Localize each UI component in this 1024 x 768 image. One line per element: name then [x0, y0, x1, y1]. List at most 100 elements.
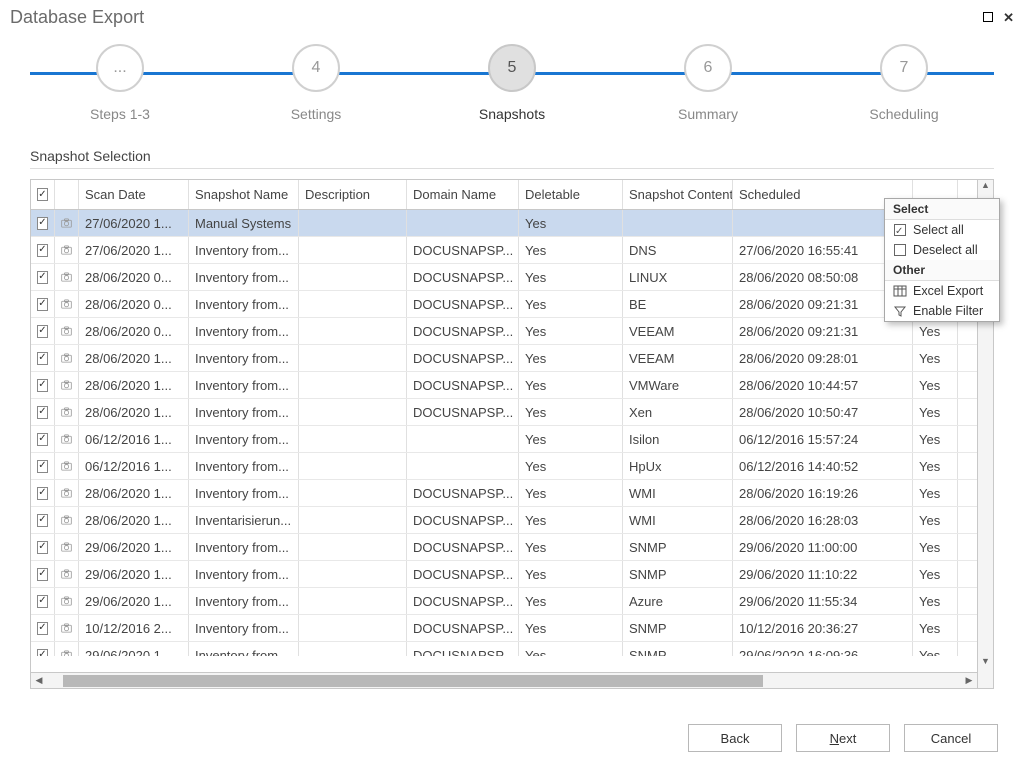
cell-scheduled: 10/12/2016 20:36:27 [733, 615, 913, 641]
scroll-down-button[interactable]: ▼ [978, 656, 993, 672]
cell-snapshot-content: VEEAM [623, 318, 733, 344]
row-checkbox[interactable] [31, 345, 55, 371]
snapshot-type-icon [55, 345, 79, 371]
cell-deletable: Yes [519, 453, 623, 479]
row-checkbox[interactable] [31, 264, 55, 290]
step-label: Scheduling [869, 106, 938, 122]
next-button[interactable]: Next [796, 724, 890, 752]
header-snapshot-content[interactable]: Snapshot Content [623, 180, 733, 209]
horizontal-scrollbar[interactable]: ◀ ▶ [31, 672, 977, 688]
row-checkbox[interactable] [31, 291, 55, 317]
header-deletable[interactable]: Deletable [519, 180, 623, 209]
cell-deletable: Yes [519, 480, 623, 506]
wizard-step-3[interactable]: 5Snapshots [482, 44, 542, 122]
wizard-step-4[interactable]: 6Summary [678, 44, 738, 122]
snapshot-type-icon [55, 318, 79, 344]
table-row[interactable]: 28/06/2020 1...Inventory from...DOCUSNAP… [31, 372, 993, 399]
cell-domain-name: DOCUSNAPSP... [407, 561, 519, 587]
cell-description [299, 507, 407, 533]
row-checkbox[interactable] [31, 453, 55, 479]
checkbox-icon [37, 244, 48, 257]
menu-enable-filter[interactable]: Enable Filter [885, 301, 999, 321]
cell-snapshot-name: Inventory from... [189, 561, 299, 587]
cell-scheduled: 29/06/2020 11:55:34 [733, 588, 913, 614]
section-title: Snapshot Selection [30, 148, 994, 164]
table-row[interactable]: 06/12/2016 1...Inventory from...YesIsilo… [31, 426, 993, 453]
row-checkbox[interactable] [31, 318, 55, 344]
snapshot-type-icon [55, 561, 79, 587]
cell-deletable: Yes [519, 426, 623, 452]
checkbox-icon [37, 514, 48, 527]
cell-scan-date: 27/06/2020 1... [79, 237, 189, 263]
table-row[interactable]: 29/06/2020 1...Inventory from...DOCUSNAP… [31, 534, 993, 561]
hscroll-thumb[interactable] [63, 675, 763, 687]
table-row[interactable]: 28/06/2020 0...Inventory from...DOCUSNAP… [31, 264, 993, 291]
table-row[interactable]: 27/06/2020 1...Manual SystemsYes [31, 210, 993, 237]
cell-snapshot-content: VMWare [623, 372, 733, 398]
row-checkbox[interactable] [31, 237, 55, 263]
row-checkbox[interactable] [31, 210, 55, 236]
hscroll-track[interactable] [47, 675, 961, 687]
checkbox-icon [37, 433, 48, 446]
checkbox-icon [37, 217, 48, 230]
cell-snapshot-content: DNS [623, 237, 733, 263]
back-button[interactable]: Back [688, 724, 782, 752]
cell-deletable: Yes [519, 210, 623, 236]
step-label: Settings [291, 106, 342, 122]
header-type-icon [55, 180, 79, 209]
menu-deselect-all[interactable]: Deselect all [885, 240, 999, 260]
cell-domain-name: DOCUSNAPSP... [407, 615, 519, 641]
scroll-right-button[interactable]: ▶ [961, 675, 977, 686]
cell-snapshot-name: Manual Systems [189, 210, 299, 236]
row-checkbox[interactable] [31, 642, 55, 656]
row-checkbox[interactable] [31, 534, 55, 560]
row-checkbox[interactable] [31, 372, 55, 398]
cell-snapshot-name: Inventory from... [189, 291, 299, 317]
scroll-left-button[interactable]: ◀ [31, 675, 47, 686]
table-row[interactable]: 28/06/2020 0...Inventory from...DOCUSNAP… [31, 318, 993, 345]
cell-last: Yes [913, 561, 958, 587]
row-checkbox[interactable] [31, 426, 55, 452]
header-snapshot-name[interactable]: Snapshot Name [189, 180, 299, 209]
maximize-button[interactable] [983, 11, 993, 24]
row-checkbox[interactable] [31, 507, 55, 533]
context-menu: Select Select all Deselect all Other Exc… [884, 198, 1000, 322]
wizard-step-2[interactable]: 4Settings [286, 44, 346, 122]
cell-deletable: Yes [519, 588, 623, 614]
row-checkbox[interactable] [31, 480, 55, 506]
header-scan-date[interactable]: Scan Date [79, 180, 189, 209]
wizard-step-5[interactable]: 7Scheduling [874, 44, 934, 122]
cell-scheduled: 29/06/2020 11:10:22 [733, 561, 913, 587]
row-checkbox[interactable] [31, 399, 55, 425]
filter-icon [893, 304, 907, 318]
scroll-up-button[interactable]: ▲ [978, 180, 993, 196]
table-header-row: Scan Date Snapshot Name Description Doma… [31, 180, 993, 210]
table-row[interactable]: 29/06/2020 1...Inventory from...DOCUSNAP… [31, 642, 993, 656]
table-row[interactable]: 29/06/2020 1...Inventory from...DOCUSNAP… [31, 588, 993, 615]
cell-scan-date: 29/06/2020 1... [79, 534, 189, 560]
wizard-step-1[interactable]: ...Steps 1-3 [90, 44, 150, 122]
header-domain-name[interactable]: Domain Name [407, 180, 519, 209]
table-row[interactable]: 29/06/2020 1...Inventory from...DOCUSNAP… [31, 561, 993, 588]
close-button[interactable]: ✕ [1003, 11, 1014, 24]
table-row[interactable]: 27/06/2020 1...Inventory from...DOCUSNAP… [31, 237, 993, 264]
table-row[interactable]: 06/12/2016 1...Inventory from...YesHpUx0… [31, 453, 993, 480]
row-checkbox[interactable] [31, 615, 55, 641]
menu-enable-filter-label: Enable Filter [913, 304, 983, 318]
table-row[interactable]: 28/06/2020 1...Inventory from...DOCUSNAP… [31, 345, 993, 372]
header-select-all[interactable] [31, 180, 55, 209]
row-checkbox[interactable] [31, 561, 55, 587]
table-row[interactable]: 28/06/2020 1...Inventory from...DOCUSNAP… [31, 480, 993, 507]
table-row[interactable]: 28/06/2020 1...Inventarisierun...DOCUSNA… [31, 507, 993, 534]
snapshot-type-icon [55, 453, 79, 479]
table-row[interactable]: 28/06/2020 0...Inventory from...DOCUSNAP… [31, 291, 993, 318]
cancel-button[interactable]: Cancel [904, 724, 998, 752]
header-description[interactable]: Description [299, 180, 407, 209]
row-checkbox[interactable] [31, 588, 55, 614]
table-row[interactable]: 28/06/2020 1...Inventory from...DOCUSNAP… [31, 399, 993, 426]
table-row[interactable]: 10/12/2016 2...Inventory from...DOCUSNAP… [31, 615, 993, 642]
maximize-icon [983, 12, 993, 22]
menu-select-all[interactable]: Select all [885, 220, 999, 240]
cell-snapshot-name: Inventory from... [189, 426, 299, 452]
menu-excel-export[interactable]: Excel Export [885, 281, 999, 301]
